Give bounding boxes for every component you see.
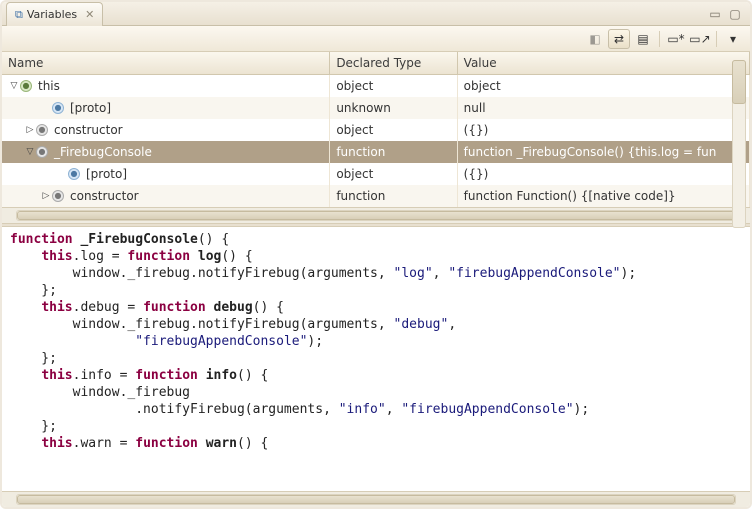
table-row[interactable]: ▽● _FirebugConsole functionfunction _Fireb…	[2, 141, 750, 163]
expand-icon[interactable]: ▽	[8, 81, 20, 91]
show-logical-structure-button[interactable]: ⇄	[608, 29, 630, 49]
code-line: };	[10, 282, 742, 299]
variables-pane: Name Declared Type Value ▽●thisobjectobj…	[2, 52, 750, 223]
toolbar-separator	[716, 31, 717, 47]
show-type-names-button[interactable]: ◧	[584, 29, 606, 49]
detail-pane[interactable]: function _FirebugConsole() { this.log = …	[2, 227, 750, 508]
variable-value: ({})	[457, 119, 749, 141]
table-row[interactable]: ▷● constructor functionfunction Function()…	[2, 185, 750, 207]
code-line: .notifyFirebug(arguments, "info", "fireb…	[10, 401, 742, 418]
code-line: window._firebug.notifyFirebug(arguments,…	[10, 316, 742, 333]
variable-type: function	[330, 141, 457, 163]
variable-value: null	[457, 97, 749, 119]
code-line: this.log = function log() {	[10, 248, 742, 265]
table-row[interactable]: ● [proto] object({})	[2, 163, 750, 185]
variable-name: _FirebugConsole	[52, 145, 152, 159]
horizontal-scrollbar[interactable]	[2, 207, 750, 223]
tab-bar: ⧉ Variables ✕ ▭ ▢	[2, 2, 750, 26]
variable-type: object	[330, 119, 457, 141]
code-line: this.debug = function debug() {	[10, 299, 742, 316]
table-row[interactable]: ● [proto] unknownnull	[2, 97, 750, 119]
maximize-button[interactable]: ▢	[726, 7, 744, 21]
variable-type: function	[330, 185, 457, 207]
close-tab-icon[interactable]: ✕	[85, 8, 94, 21]
code-line: };	[10, 418, 742, 435]
toolbar: ◧ ⇄ ▤ ▭* ▭↗ ▾	[2, 26, 750, 52]
new-detail-pane-button[interactable]: ▭*	[665, 29, 687, 49]
code-line: this.info = function info() {	[10, 367, 742, 384]
variable-icon: ●	[52, 190, 64, 202]
code-line: window._firebug	[10, 384, 742, 401]
variable-value: object	[457, 75, 749, 97]
table-row[interactable]: ▽● this objectobject	[2, 75, 750, 97]
column-header-name[interactable]: Name	[2, 52, 330, 75]
variable-value: ({})	[457, 163, 749, 185]
variable-name: constructor	[52, 123, 123, 137]
variable-name: [proto]	[84, 167, 127, 181]
variable-name: constructor	[68, 189, 139, 203]
code-line: this.warn = function warn() {	[10, 435, 742, 452]
expand-icon[interactable]: ▽	[24, 147, 36, 157]
variable-type: object	[330, 75, 457, 97]
expand-icon[interactable]: ▷	[40, 191, 52, 201]
column-header-value[interactable]: Value	[457, 52, 749, 75]
minimize-button[interactable]: ▭	[706, 7, 724, 21]
code-line: };	[10, 350, 742, 367]
variables-icon: ⧉	[15, 8, 23, 22]
horizontal-scrollbar[interactable]	[2, 491, 750, 507]
code-line: function _FirebugConsole() {	[10, 231, 742, 248]
collapse-all-button[interactable]: ▤	[632, 29, 654, 49]
code-line: window._firebug.notifyFirebug(arguments,…	[10, 265, 742, 282]
toolbar-separator	[659, 31, 660, 47]
expand-icon[interactable]: ▷	[24, 125, 36, 135]
variable-type: unknown	[330, 97, 457, 119]
tab-variables[interactable]: ⧉ Variables ✕	[6, 2, 103, 26]
view-menu-button[interactable]: ▾	[722, 29, 744, 49]
tab-title: Variables	[27, 8, 77, 21]
variable-icon: ●	[36, 124, 48, 136]
variable-name: this	[36, 79, 60, 93]
open-new-view-button[interactable]: ▭↗	[689, 29, 711, 49]
variable-type: object	[330, 163, 457, 185]
vertical-scrollbar[interactable]	[732, 60, 746, 228]
variable-value: function Function() {[native code]}	[457, 185, 749, 207]
variable-name: [proto]	[68, 101, 111, 115]
variable-icon: ●	[52, 102, 64, 114]
variable-icon: ●	[36, 146, 48, 158]
code-line: "firebugAppendConsole");	[10, 333, 742, 350]
variable-value: function _FirebugConsole() {this.log = f…	[457, 141, 749, 163]
variables-table[interactable]: Name Declared Type Value ▽●thisobjectobj…	[2, 52, 750, 207]
variable-icon: ●	[68, 168, 80, 180]
column-header-type[interactable]: Declared Type	[330, 52, 457, 75]
variable-icon: ●	[20, 80, 32, 92]
table-row[interactable]: ▷● constructor object({})	[2, 119, 750, 141]
